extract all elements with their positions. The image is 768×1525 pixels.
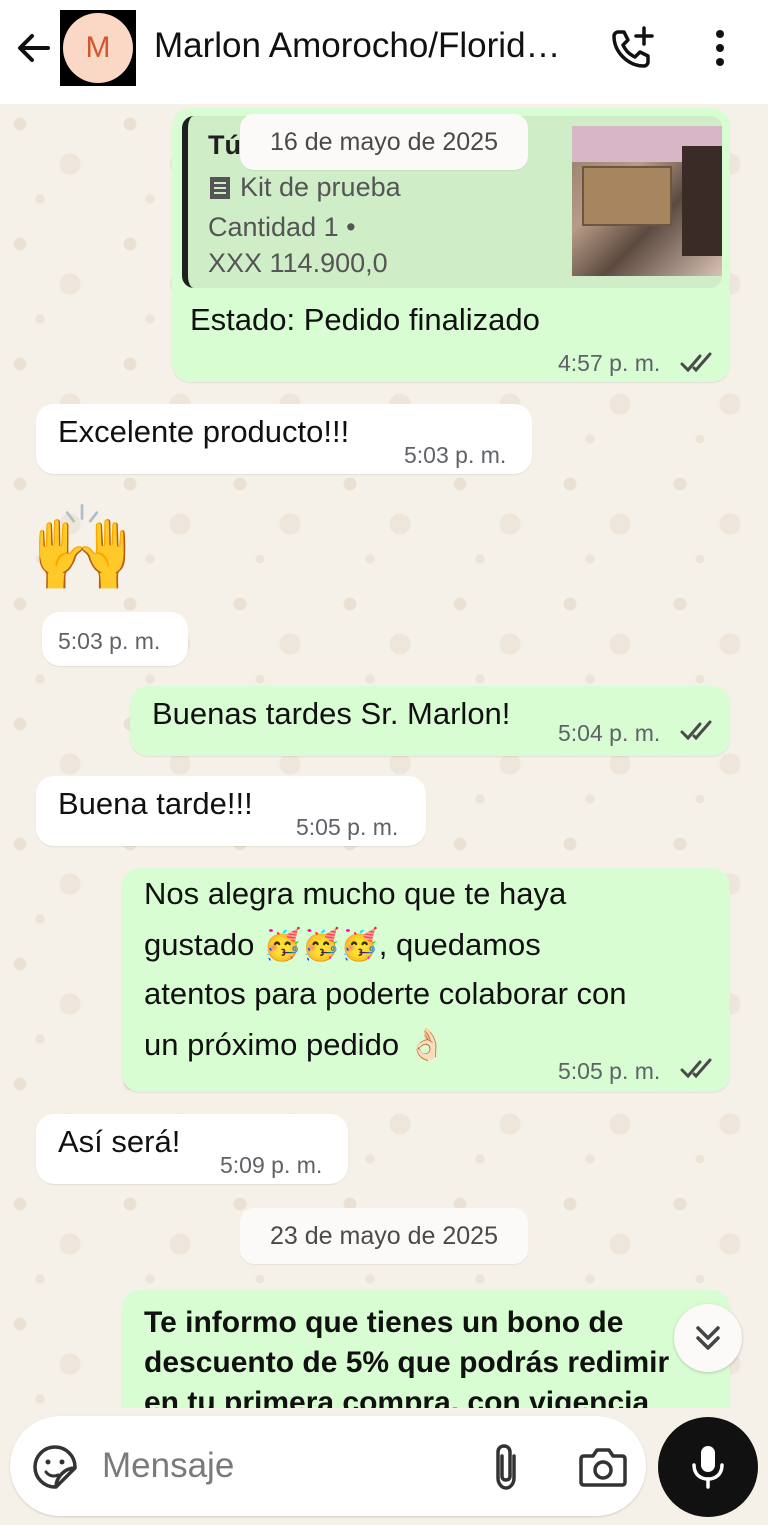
- read-ticks-icon: [680, 720, 712, 741]
- order-status-text: Estado: Pedido finalizado: [190, 302, 540, 337]
- message-time: 5:03 p. m.: [404, 442, 507, 468]
- message-text: Buenas tardes Sr. Marlon!: [152, 696, 511, 731]
- avatar-letter: M: [63, 13, 133, 83]
- scroll-to-bottom-button[interactable]: [674, 1304, 742, 1372]
- avatar[interactable]: M: [60, 10, 136, 86]
- microphone-icon: [692, 1446, 724, 1489]
- message-time: 5:03 p. m.: [58, 628, 161, 654]
- product-thumbnail: [572, 126, 722, 276]
- message-composer: [10, 1416, 646, 1516]
- emoji-message[interactable]: 🙌: [30, 498, 135, 598]
- product-name: Kit de prueba: [240, 172, 401, 202]
- sticker-icon[interactable]: [32, 1444, 78, 1490]
- party-emoji: 🥳🥳🥳: [262, 927, 379, 963]
- camera-icon[interactable]: [578, 1444, 628, 1490]
- microphone-button[interactable]: [658, 1417, 758, 1517]
- more-options-icon[interactable]: [700, 24, 740, 72]
- message-line-text: gustado: [144, 927, 255, 962]
- thumbnail-shadow: [682, 146, 722, 256]
- add-call-icon[interactable]: [608, 24, 656, 72]
- message-time: 5:05 p. m.: [558, 1058, 661, 1084]
- double-chevron-down-icon: [696, 1326, 720, 1350]
- catalog-icon: [210, 176, 230, 199]
- order-price: XXX 114.900,0: [208, 248, 388, 278]
- read-ticks-icon: [680, 352, 712, 373]
- message-time: 5:09 p. m.: [220, 1152, 323, 1178]
- message-line: gustado 🥳🥳🥳, quedamos: [144, 926, 541, 963]
- message-line-text: , quedamos: [378, 927, 541, 962]
- thumbnail-box: [582, 166, 672, 226]
- message-line: atentos para poderte colaborar con: [144, 976, 627, 1011]
- chat-header: M Marlon Amorocho/Florid…: [0, 0, 768, 104]
- message-time: 5:05 p. m.: [296, 814, 399, 840]
- message-time: 4:57 p. m.: [558, 350, 661, 376]
- message-time: 5:04 p. m.: [558, 720, 661, 746]
- read-ticks-icon: [680, 1058, 712, 1079]
- ok-hand-emoji: 👌🏻: [407, 1027, 447, 1063]
- message-line: un próximo pedido 👌🏻: [144, 1026, 446, 1063]
- message-line: descuento de 5% que podrás redimir: [144, 1346, 670, 1379]
- message-text: Así será!: [58, 1124, 181, 1159]
- order-quantity: Cantidad 1 •: [208, 212, 356, 242]
- date-chip: 16 de mayo de 2025: [240, 114, 528, 170]
- message-line-text: un próximo pedido: [144, 1027, 400, 1062]
- back-arrow-icon[interactable]: [14, 28, 54, 68]
- order-sender: Tú: [208, 130, 241, 160]
- message-input[interactable]: [102, 1442, 462, 1490]
- date-chip: 23 de mayo de 2025: [240, 1208, 528, 1264]
- order-product: Kit de prueba: [208, 172, 401, 203]
- message-line: Nos alegra mucho que te haya: [144, 876, 567, 911]
- message-text: Buena tarde!!!: [58, 786, 253, 821]
- contact-name[interactable]: Marlon Amorocho/Florid…: [154, 26, 584, 66]
- attach-icon[interactable]: [486, 1442, 526, 1492]
- message-line: Te informo que tienes un bono de: [144, 1306, 624, 1339]
- message-text: Excelente producto!!!: [58, 414, 350, 449]
